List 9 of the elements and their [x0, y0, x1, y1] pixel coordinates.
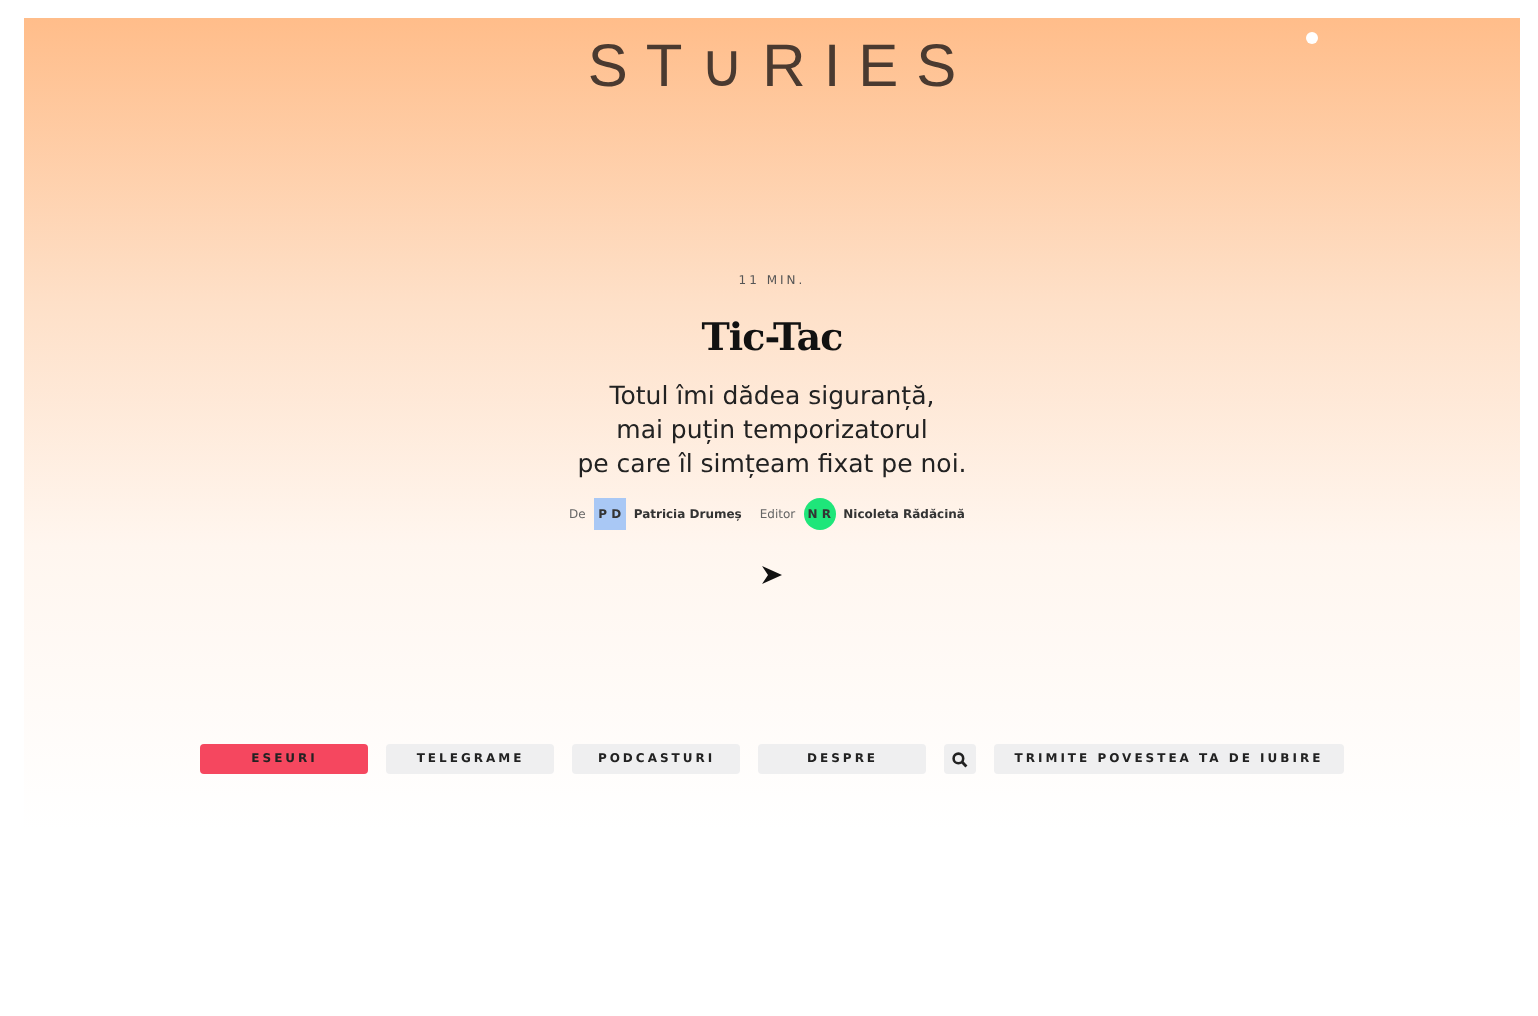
arrow-icon[interactable] [761, 566, 782, 584]
logo: ST∪RIES [585, 38, 975, 98]
article-title: Tic-Tac [701, 316, 843, 360]
lede-text: mai puțin temporizatorul [616, 412, 928, 446]
dot-icon [1306, 32, 1318, 44]
lede-text: Totul îmi dădea siguranță, [609, 378, 935, 412]
search-icon [952, 751, 969, 767]
search-button[interactable] [944, 744, 977, 774]
lede-text: pe care îl simțeam fixat pe noi. [577, 446, 967, 480]
